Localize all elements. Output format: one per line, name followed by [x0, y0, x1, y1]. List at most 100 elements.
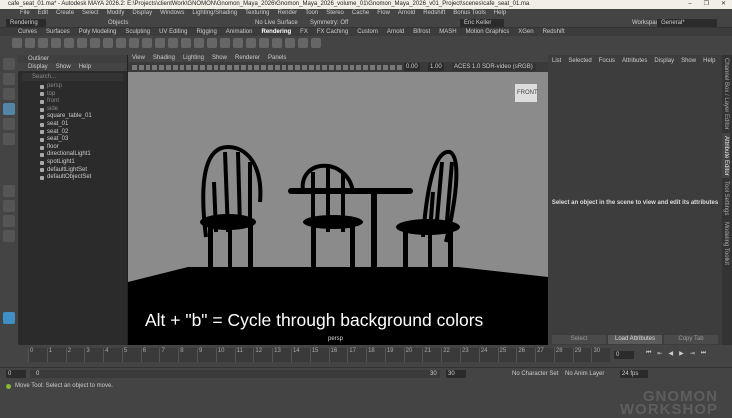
viewport-tool-icon[interactable]	[397, 64, 402, 70]
go-to-start-icon[interactable]: ⏮	[646, 350, 651, 357]
outliner-item[interactable]: floor	[18, 144, 127, 152]
attr-menu-attributes[interactable]: Attributes	[622, 58, 647, 65]
viewport-tool-icon[interactable]	[274, 64, 280, 70]
viewport-tool-icon[interactable]	[206, 64, 212, 70]
menu-modify[interactable]: Modify	[107, 9, 125, 18]
tab-curves[interactable]: Curves	[18, 28, 37, 36]
tab-sculpting[interactable]: Sculpting	[125, 28, 150, 36]
viewport-tool-icon[interactable]	[329, 64, 334, 70]
anim-layer-dropdown[interactable]: No Anim Layer	[565, 371, 604, 377]
layout-single-icon[interactable]	[3, 185, 15, 197]
timeline-ticks[interactable]: 0 1 2 3 4 5 6 7 8 9 10 11 12 13 14 15 16 17 18 19 20 21 22 23 24…	[28, 348, 610, 362]
menu-cache[interactable]: Cache	[352, 9, 369, 18]
select-tool-icon[interactable]	[3, 58, 15, 70]
step-forward-icon[interactable]: ⇥	[690, 350, 695, 357]
shelf-tool-icon[interactable]	[103, 38, 113, 48]
tab-xgen[interactable]: XGen	[518, 28, 533, 36]
shelf-tool-icon[interactable]	[259, 38, 269, 48]
shelf-tool-icon[interactable]	[142, 38, 152, 48]
viewport-tool-icon[interactable]	[152, 64, 158, 70]
viewport-tool-icon[interactable]	[342, 64, 348, 70]
outliner-item[interactable]: persp	[18, 83, 127, 91]
attr-menu-show[interactable]: Show	[681, 58, 696, 65]
attr-menu-help[interactable]: Help	[703, 58, 715, 65]
menu-edit[interactable]: Edit	[38, 9, 48, 18]
viewport-tool-icon[interactable]	[261, 64, 266, 70]
start-frame-field[interactable]: 0	[6, 370, 26, 378]
viewport-tool-icon[interactable]	[179, 64, 185, 70]
rotate-tool-icon[interactable]	[3, 118, 15, 130]
color-space-dropdown[interactable]: ACES 1.0 SDR-video (sRGB)	[452, 63, 536, 71]
viewport-tool-icon[interactable]	[247, 64, 253, 70]
outliner-menu-display[interactable]: Display	[28, 63, 48, 71]
end-frame-field[interactable]: 30	[446, 370, 466, 378]
move-tool-icon[interactable]	[3, 103, 15, 115]
minimize-button[interactable]: –	[688, 0, 691, 9]
fps-dropdown[interactable]: 24 fps	[620, 370, 648, 378]
gamma-field[interactable]: 1.00	[428, 63, 444, 71]
attr-menu-list[interactable]: List	[552, 58, 561, 65]
live-surface[interactable]: No Live Surface	[255, 19, 298, 27]
viewport-tool-icon[interactable]	[295, 64, 300, 70]
tab-rigging[interactable]: Rigging	[196, 28, 216, 36]
outliner-item[interactable]: seat_02	[18, 129, 127, 137]
viewport-tool-icon[interactable]	[335, 64, 341, 70]
shelf-tool-icon[interactable]	[12, 38, 22, 48]
attr-menu-selected[interactable]: Selected	[568, 58, 591, 65]
tab-modeling-toolkit[interactable]: Modeling Toolkit	[722, 219, 730, 268]
menu-lighting-shading[interactable]: Lighting/Shading	[192, 9, 237, 18]
menu-file[interactable]: File	[20, 9, 30, 18]
menu-create[interactable]: Create	[56, 9, 74, 18]
shelf-tool-icon[interactable]	[194, 38, 204, 48]
current-frame-field[interactable]: 0	[614, 351, 634, 359]
viewport-tool-icon[interactable]	[315, 64, 321, 70]
menu-stereo[interactable]: Stereo	[326, 9, 344, 18]
viewport-tool-icon[interactable]	[281, 64, 287, 70]
outliner-item[interactable]: square_table_01	[18, 113, 127, 121]
shelf-tool-icon[interactable]	[51, 38, 61, 48]
step-back-icon[interactable]: ◀︎	[668, 350, 673, 357]
menu-help[interactable]: Help	[494, 9, 506, 18]
viewport-tool-icon[interactable]	[132, 64, 137, 70]
menu-display[interactable]: Display	[132, 9, 152, 18]
viewport-tool-icon[interactable]	[159, 64, 164, 70]
outliner-item[interactable]: defaultLightSet	[18, 167, 127, 175]
lasso-tool-icon[interactable]	[3, 73, 15, 85]
outliner-item[interactable]: side	[18, 106, 127, 114]
shelf-tool-icon[interactable]	[220, 38, 230, 48]
maximize-button[interactable]: ❐	[704, 0, 709, 9]
shelf-tool-icon[interactable]	[25, 38, 35, 48]
viewport-tool-icon[interactable]	[308, 64, 314, 70]
shelf-tool-icon[interactable]	[311, 38, 321, 48]
shelf-tool-icon[interactable]	[298, 38, 308, 48]
tab-channel-box[interactable]: Channel Box / Layer Editor	[722, 55, 730, 133]
viewport-tool-icon[interactable]	[240, 64, 246, 70]
exposure-field[interactable]: 0.00	[404, 63, 420, 71]
objects-mode[interactable]: Objects	[108, 19, 128, 27]
tab-animation[interactable]: Animation	[226, 28, 253, 36]
time-slider[interactable]: 0 1 2 3 4 5 6 7 8 9 10 11 12 13 14 15 16 17 18 19 20 21 22 23 24…	[0, 346, 732, 366]
viewport-tool-icon[interactable]	[233, 64, 239, 70]
tab-poly-modeling[interactable]: Poly Modeling	[79, 28, 117, 36]
shelf-tool-icon[interactable]	[233, 38, 243, 48]
outliner-item[interactable]: front	[18, 98, 127, 106]
shelf-tool-icon[interactable]	[77, 38, 87, 48]
go-to-end-icon[interactable]: ⏭	[701, 350, 706, 357]
menu-toon[interactable]: Toon	[305, 9, 318, 18]
shelf-tool-icon[interactable]	[207, 38, 217, 48]
tab-mash[interactable]: MASH	[439, 28, 456, 36]
tab-motion-graphics[interactable]: Motion Graphics	[466, 28, 510, 36]
shelf-tool-icon[interactable]	[168, 38, 178, 48]
viewport-tool-icon[interactable]	[349, 64, 355, 70]
outliner-item[interactable]: defaultObjectSet	[18, 174, 127, 182]
tab-arnold[interactable]: Arnold	[387, 28, 404, 36]
menu-render[interactable]: Render	[278, 9, 298, 18]
viewport-tool-icon[interactable]	[220, 64, 226, 70]
shelf-tool-icon[interactable]	[64, 38, 74, 48]
shelf-tool-icon[interactable]	[285, 38, 295, 48]
viewport-tool-icon[interactable]	[288, 64, 294, 70]
outliner-item[interactable]: directionalLight1	[18, 151, 127, 159]
menu-select[interactable]: Select	[82, 9, 99, 18]
viewport-tool-icon[interactable]	[165, 64, 171, 70]
viewport-menu-view[interactable]: View	[132, 55, 145, 62]
